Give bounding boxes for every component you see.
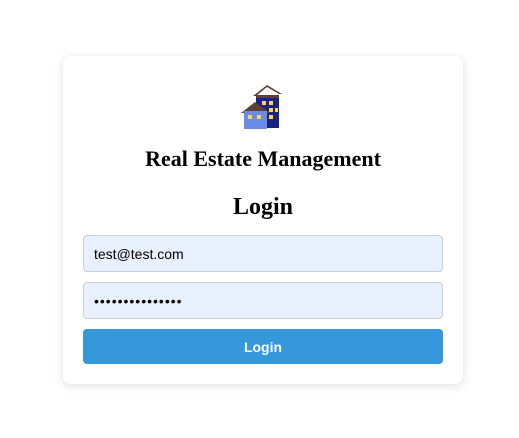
email-field[interactable] [83, 235, 443, 272]
login-card: Real Estate Management Login Login [63, 56, 463, 384]
buildings-icon [240, 82, 288, 130]
password-field[interactable] [83, 282, 443, 319]
app-title: Real Estate Management [145, 146, 381, 171]
login-heading: Login [232, 194, 294, 220]
login-button[interactable]: Login [83, 329, 443, 364]
